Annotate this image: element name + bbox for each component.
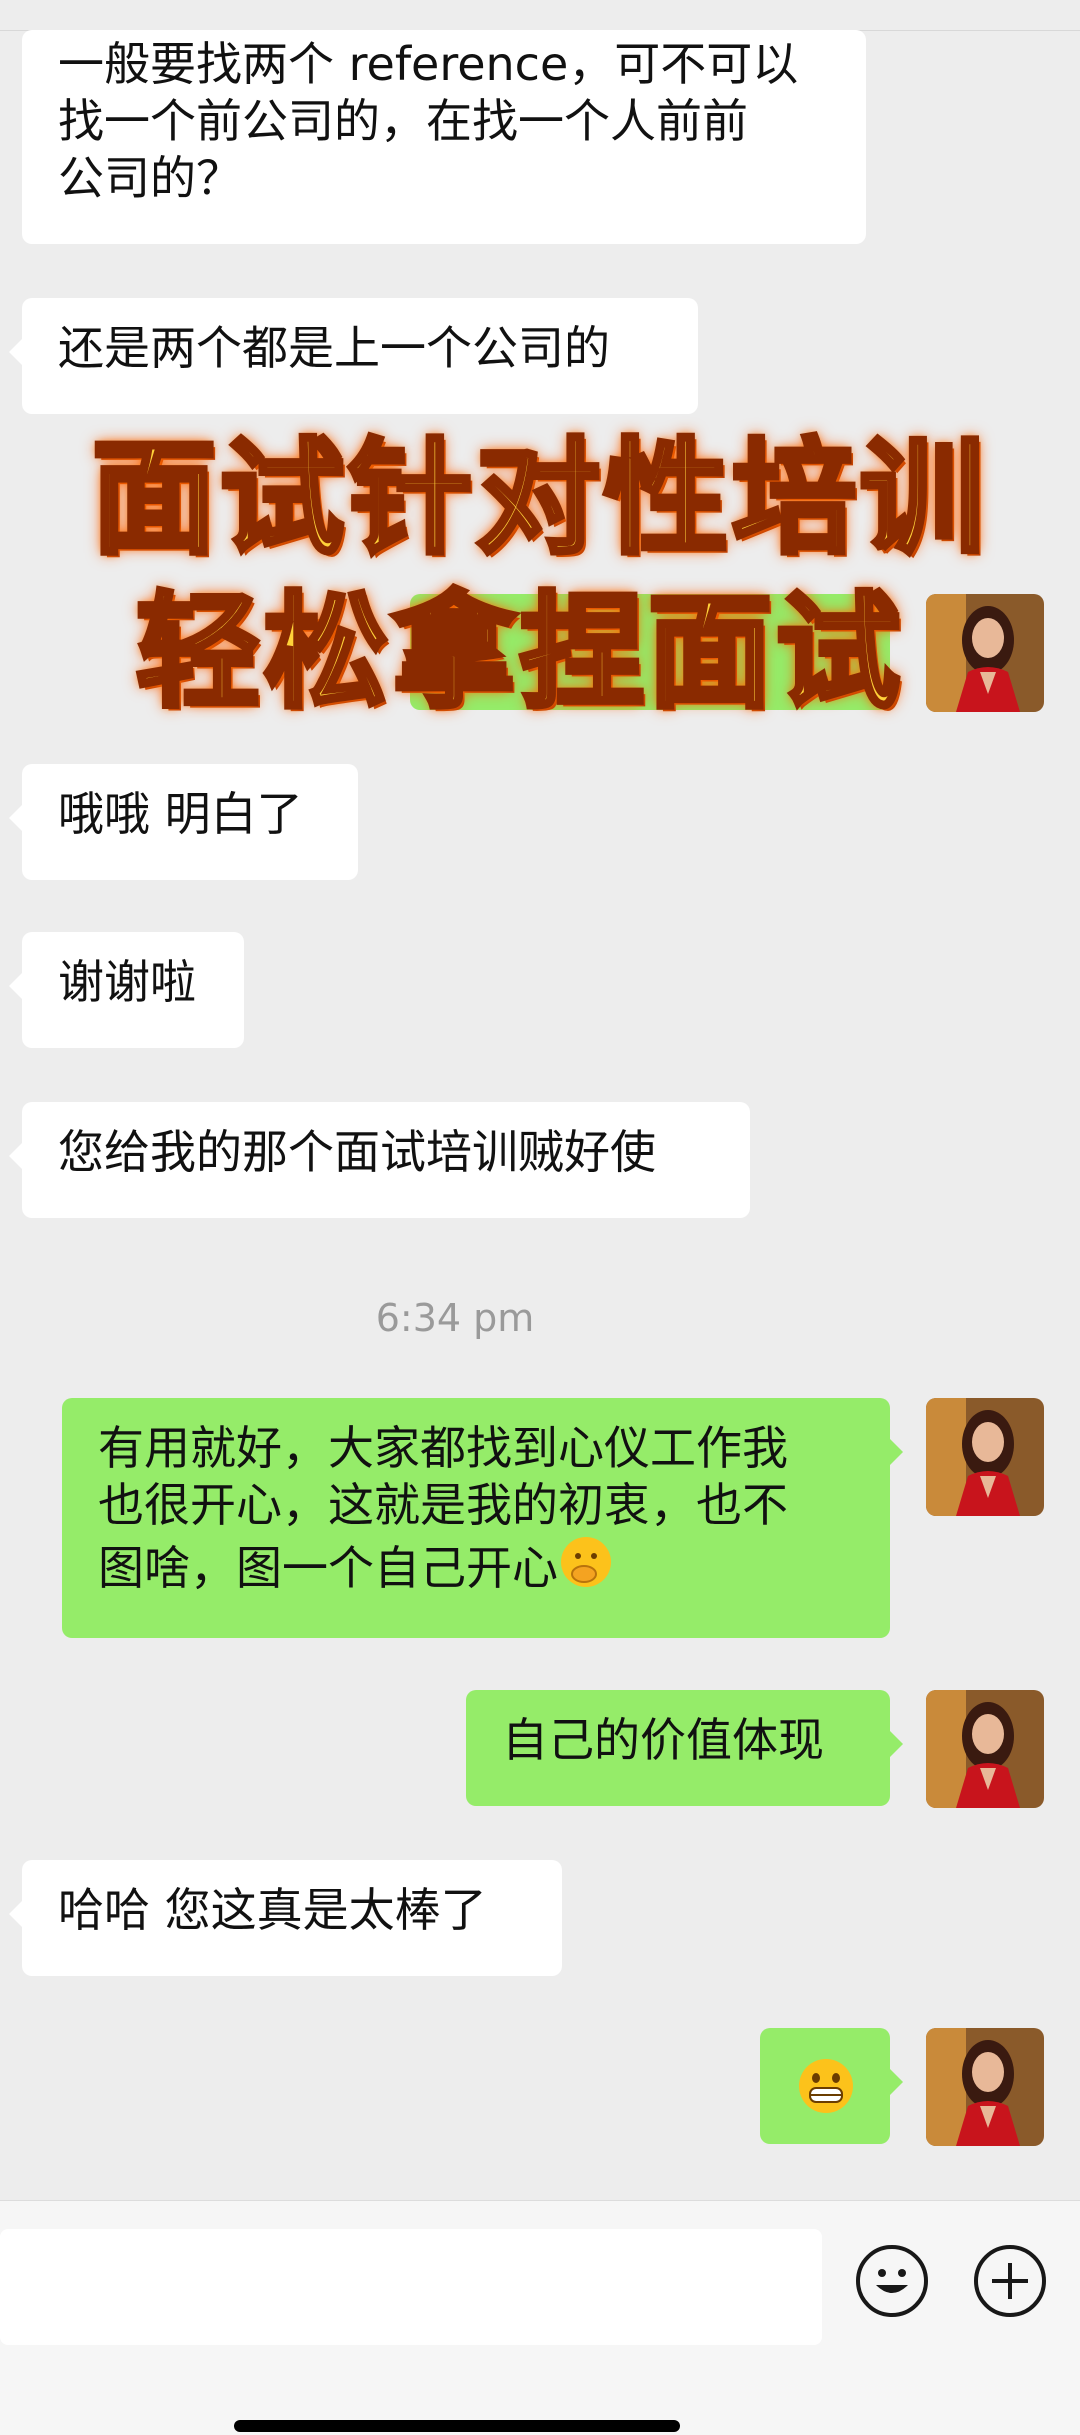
message-bubble-outgoing-2[interactable]: 自己的价值体现 xyxy=(466,1690,903,1806)
message-bubble-outgoing-1[interactable]: 有用就好，大家都找到心仪工作我 也很开心，这就是我的初衷，也不 图啥，图一个自己… xyxy=(62,1398,903,1638)
plus-button[interactable] xyxy=(974,2245,1046,2317)
message-bubble-incoming-6[interactable]: 哈哈 您这真是太棒了 xyxy=(9,1860,562,1976)
avatar[interactable] xyxy=(926,1690,1044,1808)
message-text: 还是两个都是上一个公司的 xyxy=(58,321,610,375)
message-text: 您给我的那个面试培训贼好使 xyxy=(58,1125,656,1179)
message-bubble-incoming-1[interactable]: 一般要找两个 reference，可不可以 找一个前公司的，在找一个人前前 公司… xyxy=(22,30,866,244)
avatar-image xyxy=(926,1690,1044,1808)
message-text: 谢谢啦 xyxy=(58,955,196,1009)
message-text-line: 图啥，图一个自己开心 xyxy=(98,1541,558,1595)
promo-banner-line2: 轻松拿捏面试 xyxy=(133,579,904,728)
message-input[interactable] xyxy=(0,2229,822,2345)
message-bubble-incoming-3[interactable]: 哦哦 明白了 xyxy=(9,764,358,880)
message-bubble-incoming-5[interactable]: 您给我的那个面试培训贼好使 xyxy=(9,1102,750,1218)
message-text: 哈哈 您这真是太棒了 xyxy=(58,1883,487,1937)
avatar[interactable] xyxy=(926,1398,1044,1516)
thinking-emoji-icon xyxy=(558,1534,614,1603)
message-text-line: 也很开心，这就是我的初衷，也不 xyxy=(98,1478,788,1532)
message-text: 自己的价值体现 xyxy=(502,1713,824,1767)
message-text: 哦哦 明白了 xyxy=(58,787,303,841)
avatar-image xyxy=(926,1398,1044,1516)
message-text-line: 找一个前公司的，在找一个人前前 xyxy=(58,94,748,148)
grinning-face-icon xyxy=(796,2059,856,2127)
message-bubble-outgoing-emoji[interactable] xyxy=(760,2028,903,2144)
input-bar xyxy=(0,2200,1080,2435)
message-text-line: 一般要找两个 reference，可不可以 xyxy=(58,37,799,91)
avatar[interactable] xyxy=(926,2028,1044,2146)
message-bubble-incoming-2[interactable]: 还是两个都是上一个公司的 xyxy=(9,298,698,414)
avatar-image xyxy=(926,2028,1044,2146)
message-text-line: 公司的？ xyxy=(58,151,242,205)
message-bubble-incoming-4[interactable]: 谢谢啦 xyxy=(9,932,244,1048)
home-indicator[interactable] xyxy=(234,2420,680,2432)
plus-icon xyxy=(992,2263,1028,2299)
timestamp: 6:34 pm xyxy=(375,1296,535,1340)
message-text-line: 有用就好，大家都找到心仪工作我 xyxy=(98,1421,788,1475)
smiley-face-icon xyxy=(876,2269,908,2293)
emoji-button[interactable] xyxy=(856,2245,928,2317)
promo-banner-line1: 面试针对性培训 xyxy=(89,425,988,574)
